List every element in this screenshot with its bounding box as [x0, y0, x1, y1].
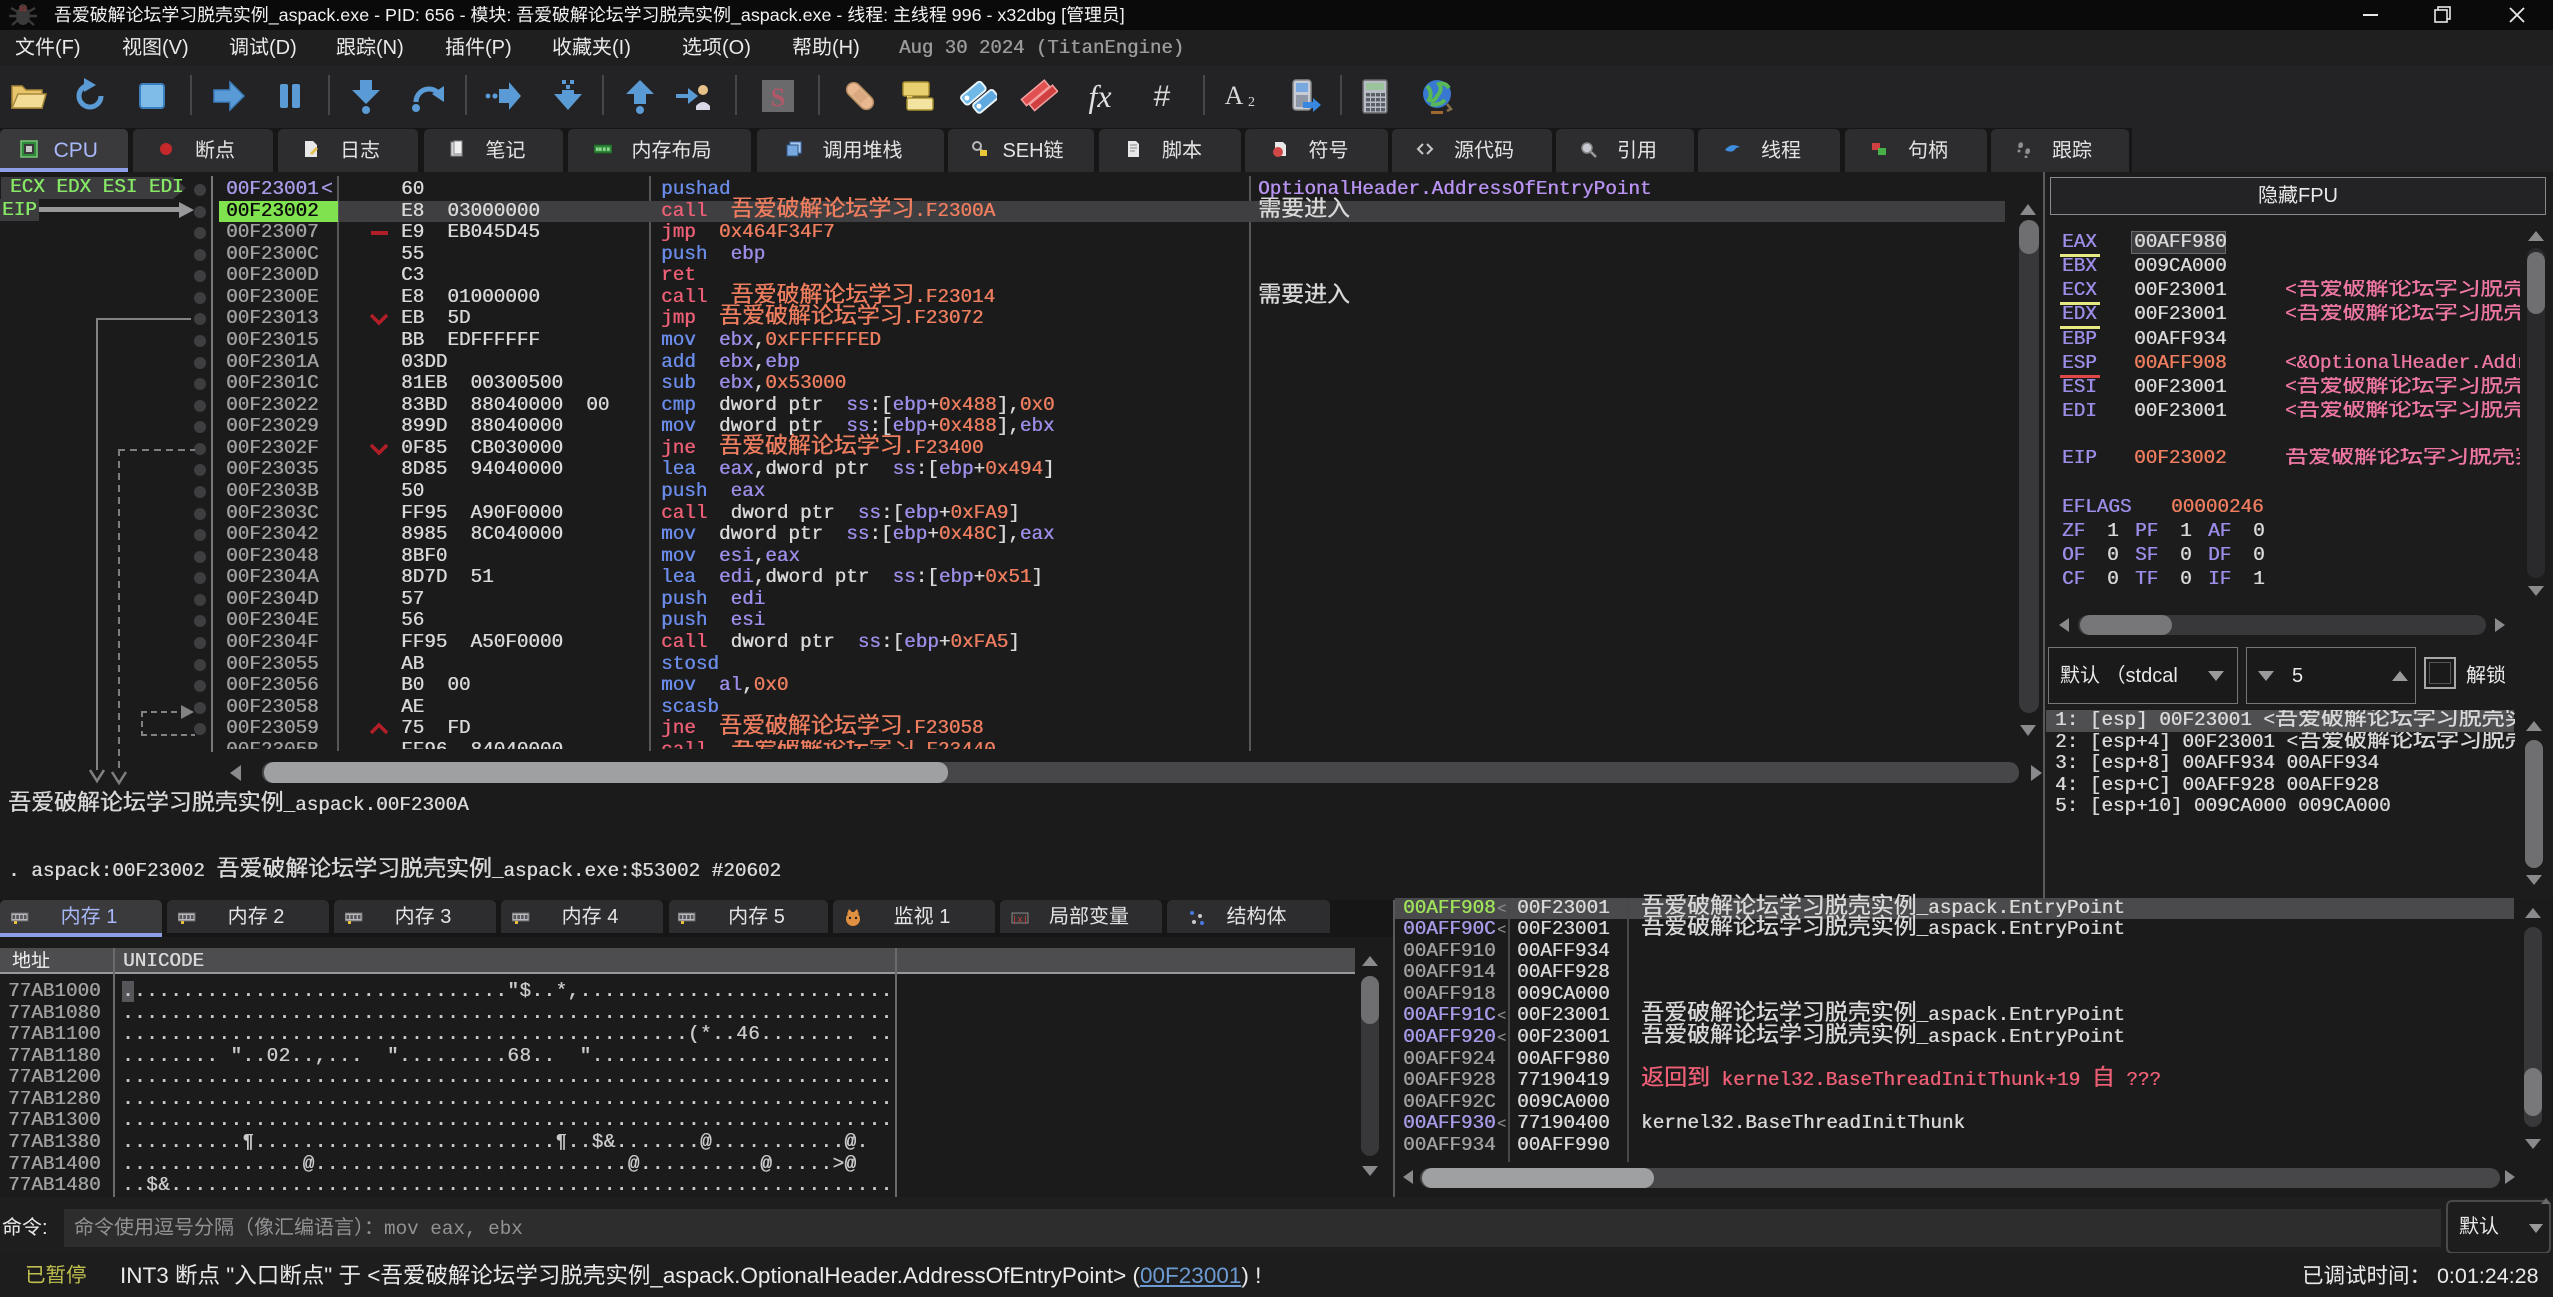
- svg-text:S: S: [771, 83, 785, 112]
- svg-text:32: 32: [19, 6, 27, 13]
- svg-text:#: #: [1154, 80, 1171, 113]
- svg-text:fx: fx: [1088, 78, 1111, 114]
- svg-text:2: 2: [1248, 95, 1255, 110]
- svg-text:A: A: [1225, 81, 1244, 110]
